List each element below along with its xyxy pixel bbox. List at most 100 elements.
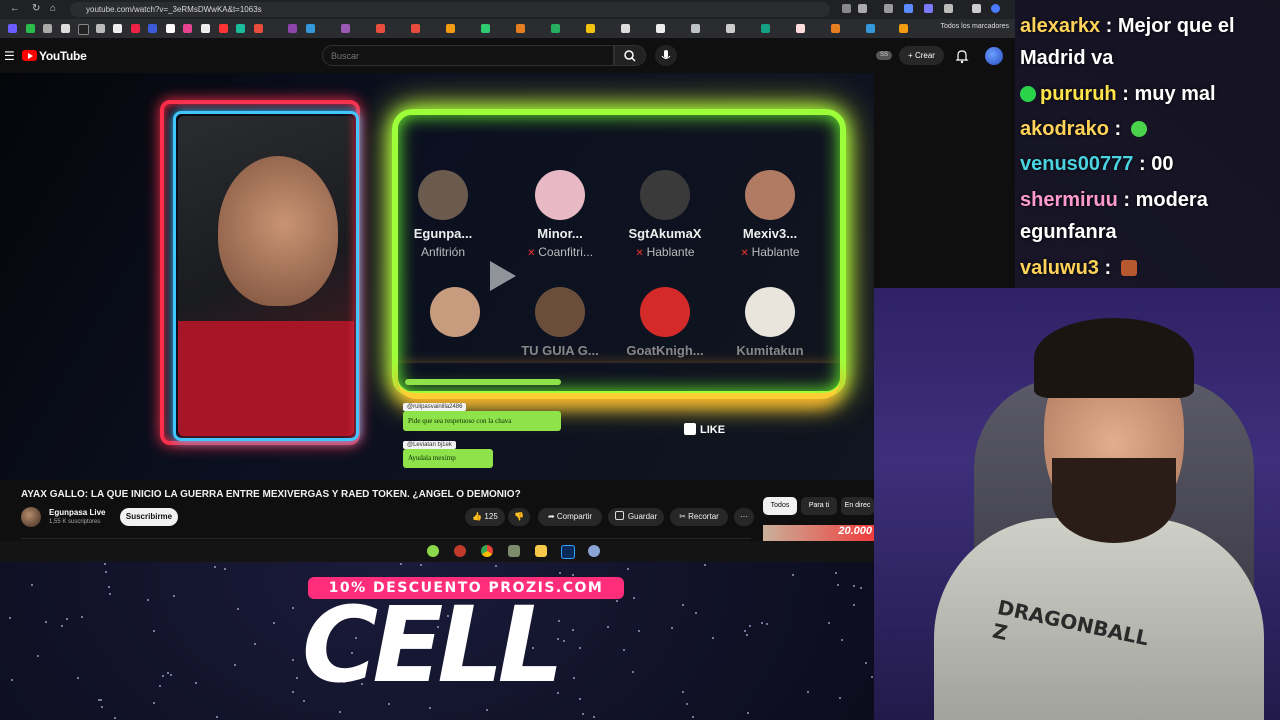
play-icon[interactable] [490, 261, 516, 291]
bookmark-icon[interactable] [411, 24, 420, 33]
speaker-name: TU GUIA G... [521, 343, 599, 358]
chip-para-ti[interactable]: Para ti [801, 497, 837, 515]
extension-icon[interactable] [842, 4, 851, 13]
clip-button[interactable]: ✂ Recortar [670, 508, 728, 526]
bookmark-icon[interactable] [831, 24, 840, 33]
subscribe-button[interactable]: Suscribirme [120, 508, 178, 526]
star [627, 568, 630, 571]
voice-search-button[interactable] [655, 45, 677, 66]
speaker-card: Kumitakun [725, 287, 815, 358]
speaker-card: SgtAkumaX Hablante [620, 170, 710, 259]
more-actions-button[interactable]: ··· [734, 508, 754, 526]
youtube-logo-icon[interactable] [22, 50, 37, 61]
extension-icon[interactable] [884, 4, 893, 13]
bookmark-icon[interactable] [516, 24, 525, 33]
channel-avatar[interactable] [21, 507, 41, 527]
back-icon[interactable]: ← [10, 3, 20, 14]
reload-icon[interactable]: ↻ [32, 3, 40, 14]
bookmark-icon[interactable] [96, 24, 105, 33]
channel-name[interactable]: Egunpasa Live [49, 508, 105, 517]
bookmark-icon[interactable] [621, 24, 630, 33]
video-chat-bubble: Ayudala meximp [403, 449, 493, 468]
dislike-button[interactable]: 👎 [508, 508, 530, 526]
bookmark-icon[interactable] [131, 24, 140, 33]
user-avatar[interactable] [985, 47, 1003, 65]
bookmark-icon[interactable] [183, 24, 192, 33]
bookmark-icon[interactable] [43, 24, 52, 33]
all-bookmarks-label[interactable]: Todos los marcadores [941, 23, 1009, 30]
app-icon[interactable] [427, 545, 439, 557]
bookmark-icon[interactable] [78, 24, 89, 35]
bookmark-icon[interactable] [341, 24, 350, 33]
bookmark-icon[interactable] [113, 24, 122, 33]
star [214, 565, 217, 568]
bookmark-icon[interactable] [446, 24, 455, 33]
star [765, 623, 768, 626]
bookmarks-bar: Todos los marcadores [0, 19, 1015, 38]
recommended-thumbnail[interactable]: 20.000 [763, 525, 874, 541]
bookmark-icon[interactable] [691, 24, 700, 33]
profile-icon[interactable] [991, 4, 1000, 13]
extensions-puzzle-icon[interactable] [944, 4, 953, 13]
star [834, 572, 837, 575]
bookmark-icon[interactable] [726, 24, 735, 33]
bookmark-icon[interactable] [376, 24, 385, 33]
bookmark-icon[interactable] [61, 24, 70, 33]
bookmark-icon[interactable] [219, 24, 228, 33]
star [743, 629, 746, 632]
bookmark-icon[interactable] [201, 24, 210, 33]
video-title: AYAX GALLO: LA QUE INICIO LA GUERRA ENTR… [21, 489, 521, 500]
app-icon[interactable] [454, 545, 466, 557]
bookmark-icon[interactable] [8, 24, 17, 33]
chat-message: alexarkx : Mejor que el Madrid va [1020, 15, 1235, 69]
app-icon[interactable] [508, 545, 520, 557]
like-overlay-label: LIKE [700, 424, 726, 436]
notifications-bell-icon[interactable] [954, 48, 970, 64]
bookmark-icon[interactable] [26, 24, 35, 33]
bookmark-icon[interactable] [166, 24, 175, 33]
chip-todos[interactable]: Todos [763, 497, 797, 515]
bookmark-icon[interactable] [866, 24, 875, 33]
bookmark-icon[interactable] [148, 24, 157, 33]
bookmark-icon[interactable] [306, 24, 315, 33]
search-input[interactable] [322, 45, 614, 66]
bookmark-icon[interactable] [254, 24, 263, 33]
photoshop-icon[interactable] [561, 545, 575, 559]
speaker-name: Egunpa... [413, 226, 473, 241]
search-button[interactable] [614, 45, 646, 66]
chrome-icon[interactable] [481, 545, 493, 557]
video-player[interactable]: Egunpa... Anfitrión Minor... Coanfitri..… [0, 73, 874, 480]
speaker-card: Egunpa... Anfitrión [398, 170, 488, 259]
bookmark-icon[interactable] [796, 24, 805, 33]
speaker-card: Minor... Coanfitri... [515, 170, 605, 259]
video-chat-bubble: Pide que sea respetuoso con la chava [403, 411, 561, 431]
bookmark-icon[interactable] [899, 24, 908, 33]
chip-en-directo[interactable]: En direc [841, 497, 874, 515]
sidepanel-icon[interactable] [972, 4, 981, 13]
share-label: Compartir [556, 512, 593, 521]
extension-icon[interactable] [924, 4, 933, 13]
star [495, 565, 498, 568]
bookmark-icon[interactable] [761, 24, 770, 33]
like-button[interactable]: 👍 125 [465, 508, 505, 526]
bookmark-star-icon[interactable] [858, 4, 867, 13]
extension-icon[interactable] [904, 4, 913, 13]
bookmark-icon[interactable] [236, 24, 245, 33]
bookmark-icon[interactable] [586, 24, 595, 33]
save-button[interactable]: Guardar [608, 508, 664, 526]
home-icon[interactable]: ⌂ [50, 3, 56, 14]
folder-icon[interactable] [535, 545, 547, 557]
youtube-logo-text[interactable]: YouTube [39, 49, 87, 63]
bookmark-icon[interactable] [551, 24, 560, 33]
cast-badge[interactable]: SS [876, 51, 892, 60]
share-button[interactable]: ➦ Compartir [538, 508, 602, 526]
search-icon [624, 50, 636, 62]
app-icon[interactable] [588, 545, 600, 557]
create-button[interactable]: + Crear [899, 46, 944, 65]
bookmark-icon[interactable] [481, 24, 490, 33]
bookmark-icon[interactable] [656, 24, 665, 33]
address-bar[interactable]: youtube.com/watch?v=_3eRMsDWwKA&t=1063s [70, 2, 830, 17]
emote-icon [1130, 121, 1147, 137]
bookmark-icon[interactable] [288, 24, 297, 33]
menu-icon[interactable]: ☰ [4, 49, 15, 63]
